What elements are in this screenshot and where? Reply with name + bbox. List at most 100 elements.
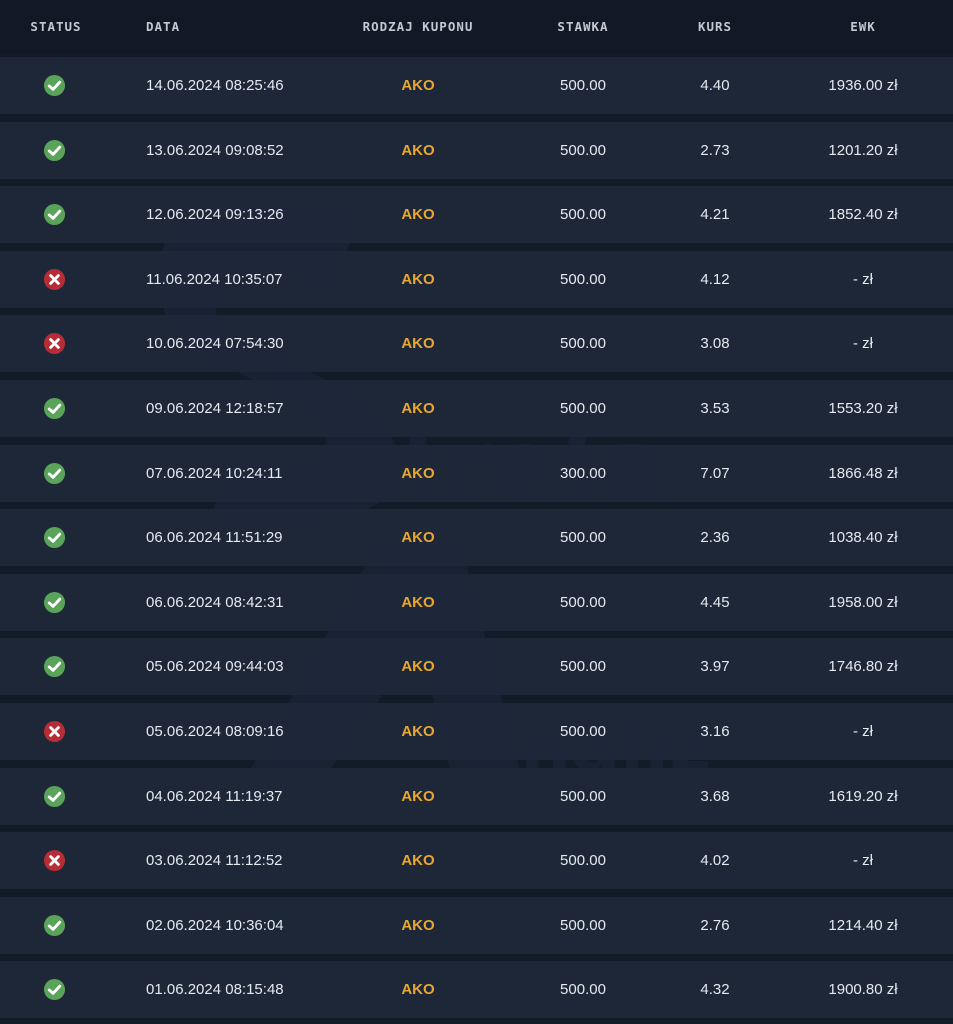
row-date: 01.06.2024 08:15:48: [146, 981, 284, 999]
x-circle-icon: [43, 268, 66, 291]
table-row[interactable]: 12.06.2024 09:13:26 AKO 500.00 4.21 1852…: [0, 186, 953, 244]
row-coupon-type: AKO: [401, 270, 435, 288]
row-stake: 500.00: [560, 400, 606, 417]
header-odds: KURS: [697, 19, 733, 34]
header-coupon-type: RODZAJ KUPONU: [362, 19, 474, 34]
row-payout: 1746.80 zł: [828, 658, 898, 676]
row-payout: 1852.40 zł: [828, 206, 898, 224]
row-stake: 500.00: [560, 529, 606, 547]
row-date: 03.06.2024 11:12:52: [146, 852, 283, 870]
table-row[interactable]: 01.06.2024 08:15:48 AKO 500.00 4.32 1900…: [0, 961, 953, 1019]
row-date: 06.06.2024 08:42:31: [146, 593, 284, 611]
table-row[interactable]: 04.06.2024 11:19:37 AKO 500.00 3.68 1619…: [0, 767, 953, 825]
row-odds: 4.45: [700, 593, 730, 611]
row-payout: 1900.80 zł: [828, 981, 898, 999]
row-coupon-type: AKO: [401, 141, 435, 159]
check-circle-icon: [43, 139, 66, 162]
row-date: 06.06.2024 11:51:29: [146, 529, 283, 547]
row-coupon-type: AKO: [401, 658, 435, 676]
row-date: 09.06.2024 12:18:57: [146, 400, 284, 417]
row-date: 13.06.2024 09:08:52: [146, 141, 284, 159]
row-coupon-type: AKO: [401, 464, 435, 482]
row-odds: 2.36: [700, 529, 730, 547]
row-odds: 4.32: [700, 981, 730, 999]
table-row[interactable]: 10.06.2024 07:54:30 AKO 500.00 3.08 - zł: [0, 315, 953, 373]
row-odds: 7.07: [700, 464, 730, 482]
check-circle-icon: [43, 203, 66, 226]
table-row[interactable]: 09.06.2024 12:18:57 AKO 500.00 3.53 1553…: [0, 380, 953, 437]
row-date: 10.06.2024 07:54:30: [146, 335, 284, 353]
table-row[interactable]: 06.06.2024 11:51:29 AKO 500.00 2.36 1038…: [0, 509, 953, 567]
table-row[interactable]: 05.06.2024 09:44:03 AKO 500.00 3.97 1746…: [0, 638, 953, 696]
check-circle-icon: [43, 526, 66, 549]
check-circle-icon: [43, 914, 66, 937]
row-stake: 300.00: [560, 464, 606, 482]
row-date: 12.06.2024 09:13:26: [146, 206, 284, 224]
row-payout: - zł: [853, 852, 873, 870]
row-stake: 500.00: [560, 787, 606, 805]
x-circle-icon: [43, 332, 66, 355]
row-date: 05.06.2024 09:44:03: [146, 658, 284, 676]
x-circle-icon: [43, 720, 66, 743]
table-row[interactable]: 02.06.2024 10:36:04 AKO 500.00 2.76 1214…: [0, 896, 953, 954]
row-coupon-type: AKO: [401, 400, 435, 417]
row-coupon-type: AKO: [401, 723, 435, 740]
check-circle-icon: [43, 74, 66, 97]
row-stake: 500.00: [560, 206, 606, 224]
table-row[interactable]: 03.06.2024 11:12:52 AKO 500.00 4.02 - zł: [0, 832, 953, 890]
table-header: STATUS DATA RODZAJ KUPONU STAWKA KURS EW…: [0, 0, 953, 54]
row-date: 05.06.2024 08:09:16: [146, 723, 284, 740]
row-payout: 1866.48 zł: [828, 464, 898, 482]
x-circle-icon: [43, 849, 66, 872]
table-row[interactable]: 11.06.2024 10:35:07 AKO 500.00 4.12 - zł: [0, 250, 953, 308]
row-payout: 1214.40 zł: [828, 916, 898, 934]
row-stake: 500.00: [560, 593, 606, 611]
row-odds: 4.12: [700, 270, 730, 288]
row-odds: 3.68: [700, 787, 730, 805]
row-date: 07.06.2024 10:24:11: [146, 464, 283, 482]
row-stake: 500.00: [560, 916, 606, 934]
row-payout: 1201.20 zł: [828, 141, 898, 159]
table-row[interactable]: 07.06.2024 10:24:11 AKO 300.00 7.07 1866…: [0, 444, 953, 502]
row-payout: - zł: [853, 335, 873, 353]
table-row[interactable]: 14.06.2024 08:25:46 AKO 500.00 4.40 1936…: [0, 57, 953, 114]
row-stake: 500.00: [560, 658, 606, 676]
row-date: 04.06.2024 11:19:37: [146, 787, 283, 805]
check-circle-icon: [43, 785, 66, 808]
table-row[interactable]: 06.06.2024 08:42:31 AKO 500.00 4.45 1958…: [0, 573, 953, 631]
check-circle-icon: [43, 591, 66, 614]
check-circle-icon: [43, 397, 66, 420]
row-odds: 2.73: [700, 141, 730, 159]
row-payout: - zł: [853, 723, 873, 740]
table-row[interactable]: 13.06.2024 09:08:52 AKO 500.00 2.73 1201…: [0, 121, 953, 179]
row-coupon-type: AKO: [401, 916, 435, 934]
row-date: 11.06.2024 10:35:07: [146, 270, 283, 288]
row-coupon-type: AKO: [401, 593, 435, 611]
row-odds: 3.16: [700, 723, 730, 740]
row-odds: 4.40: [700, 77, 730, 94]
row-stake: 500.00: [560, 723, 606, 740]
header-date: DATA: [146, 19, 181, 34]
row-stake: 500.00: [560, 981, 606, 999]
row-coupon-type: AKO: [401, 529, 435, 547]
row-coupon-type: AKO: [401, 787, 435, 805]
row-coupon-type: AKO: [401, 335, 435, 353]
row-coupon-type: AKO: [401, 206, 435, 224]
check-circle-icon: [43, 978, 66, 1001]
header-stake: STAWKA: [557, 19, 609, 34]
row-payout: 1038.40 zł: [828, 529, 898, 547]
row-stake: 500.00: [560, 141, 606, 159]
row-odds: 3.53: [700, 400, 730, 417]
row-payout: 1553.20 zł: [828, 400, 898, 417]
row-odds: 3.08: [700, 335, 730, 353]
row-payout: 1619.20 zł: [828, 787, 898, 805]
header-status: STATUS: [30, 19, 82, 34]
check-circle-icon: [43, 462, 66, 485]
row-payout: - zł: [853, 270, 873, 288]
row-coupon-type: AKO: [401, 852, 435, 870]
row-coupon-type: AKO: [401, 77, 435, 94]
row-coupon-type: AKO: [401, 981, 435, 999]
table-row[interactable]: 05.06.2024 08:09:16 AKO 500.00 3.16 - zł: [0, 703, 953, 760]
coupon-history-table: STATUS DATA RODZAJ KUPONU STAWKA KURS EW…: [0, 0, 953, 1019]
row-stake: 500.00: [560, 77, 606, 94]
